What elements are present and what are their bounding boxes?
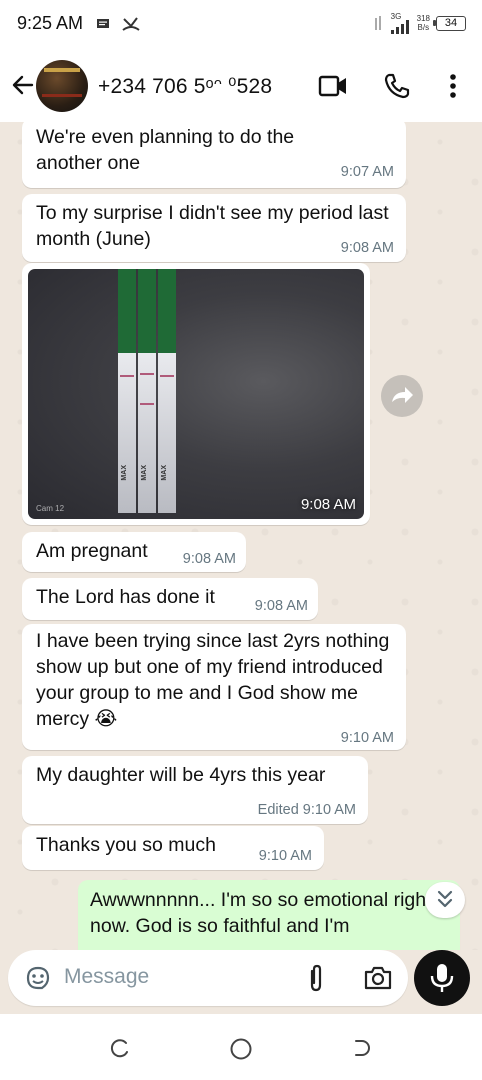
sms-notification-icon [97, 19, 109, 28]
message-input[interactable]: Message [8, 950, 408, 1006]
camera-watermark: Cam 12 [36, 504, 65, 513]
back-nav-icon[interactable] [350, 1036, 374, 1060]
message-bubble[interactable]: I have been trying since last 2yrs nothi… [22, 624, 406, 750]
message-text: Am pregnant [36, 540, 148, 562]
message-bubble[interactable]: Am pregnant 9:08 AM [22, 532, 246, 572]
message-placeholder: Message [64, 965, 150, 988]
message-time: 9:08 AM [182, 551, 236, 567]
system-nav-bar [0, 1014, 482, 1080]
network-speed: 318 B/s [416, 14, 430, 32]
chat-header: +234 706 5ᵒᵔ ⁰528 [0, 50, 482, 122]
message-time: 9:10 AM [340, 730, 394, 746]
message-bubble[interactable]: To my surprise I didn't see my period la… [22, 194, 406, 262]
signal-sim2-icon: 3G [389, 12, 411, 34]
message-text: Awwwnnnnn... I'm so so emotional right n… [90, 889, 432, 937]
recent-apps-icon[interactable] [108, 1036, 132, 1060]
forward-button[interactable] [381, 375, 423, 417]
message-time: 9:08 AM [340, 240, 394, 256]
paperclip-icon[interactable] [306, 963, 326, 993]
message-time: Edited 9:10 AM [257, 802, 356, 818]
scroll-to-bottom-button[interactable] [425, 882, 465, 918]
pregnancy-test-photo[interactable]: MAX MAX MAX Cam 12 9:08 AM [28, 269, 364, 519]
message-time: 9:08 AM [300, 496, 356, 513]
message-bubble[interactable]: My daughter will be 4yrs this year Edite… [22, 756, 368, 824]
video-call-icon[interactable] [318, 72, 348, 100]
battery-indicator: 34 [433, 15, 466, 31]
arrow-left-icon[interactable] [10, 72, 36, 98]
message-text: We're even planning to do the another on… [36, 126, 295, 174]
image-message[interactable]: MAX MAX MAX Cam 12 9:08 AM [22, 263, 370, 525]
signal-sim1-icon [374, 16, 381, 30]
missed-call-icon [122, 17, 140, 31]
status-bar: 9:25 AM 3G 318 B/s 34 [0, 0, 482, 50]
compose-bar: Message [0, 950, 482, 1012]
chevron-double-down-icon [437, 890, 453, 908]
more-vert-icon[interactable] [448, 72, 458, 100]
status-time: 9:25 AM [17, 13, 84, 33]
message-text: The Lord has done it [36, 586, 215, 608]
message-bubble-outgoing[interactable]: Awwwnnnnn... I'm so so emotional right n… [78, 880, 460, 950]
message-text: My daughter will be 4yrs this year [36, 764, 326, 786]
chat-area[interactable]: We're even planning to do the another on… [0, 122, 482, 950]
mic-icon [430, 964, 454, 992]
message-time: 9:08 AM [254, 598, 308, 614]
message-bubble[interactable]: We're even planning to do the another on… [22, 122, 406, 188]
contact-name[interactable]: +234 706 5ᵒᵔ ⁰528 [98, 74, 272, 99]
forward-icon [392, 387, 413, 403]
message-time: 9:10 AM [258, 848, 312, 864]
message-bubble[interactable]: The Lord has done it 9:08 AM [22, 578, 318, 620]
status-indicators: 3G 318 B/s 34 [374, 12, 466, 34]
phone-icon[interactable] [383, 72, 411, 100]
mic-button[interactable] [414, 950, 470, 1006]
home-icon[interactable] [228, 1036, 254, 1062]
camera-icon[interactable] [363, 964, 393, 992]
message-text: I have been trying since last 2yrs nothi… [36, 630, 390, 730]
message-text: Thanks you so much [36, 834, 216, 856]
sticker-icon[interactable] [24, 964, 52, 992]
message-time: 9:07 AM [340, 164, 394, 180]
message-bubble[interactable]: Thanks you so much 9:10 AM [22, 826, 324, 870]
contact-avatar[interactable] [36, 60, 88, 112]
